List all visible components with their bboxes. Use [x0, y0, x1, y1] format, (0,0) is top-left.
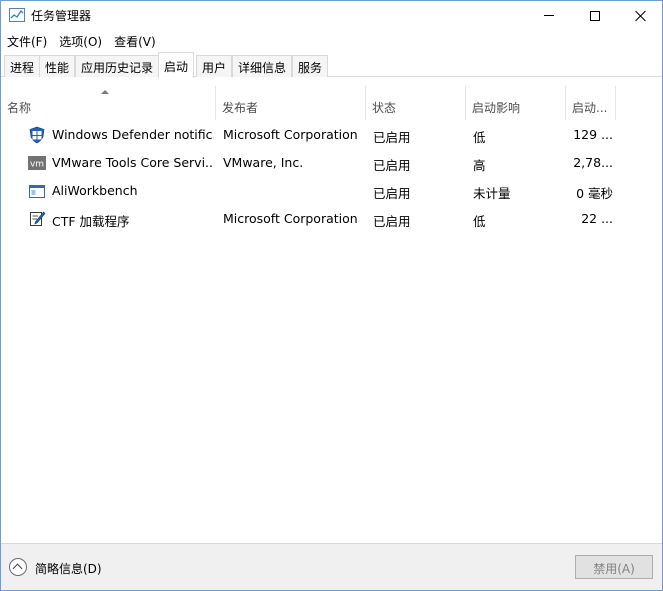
table-row[interactable]: vm VMware Tools Core Servi... VMware, In… [1, 149, 662, 177]
column-name-label: 名称 [7, 101, 32, 115]
minimize-button[interactable] [526, 1, 572, 30]
app-impact: 未计量 [473, 186, 511, 201]
app-status: 已启用 [373, 158, 411, 173]
tab-startup[interactable]: 启动 [158, 52, 195, 78]
app-impact: 低 [473, 130, 486, 145]
app-publisher: Microsoft Corporation [223, 211, 358, 226]
app-time: 0 毫秒 [576, 186, 613, 201]
window-title: 任务管理器 [31, 9, 92, 23]
column-time[interactable]: 启动... [566, 86, 616, 120]
table-row[interactable]: Windows Defender notific... Microsoft Co… [1, 121, 662, 149]
windows-defender-icon [29, 126, 45, 144]
table-row[interactable]: CTF 加载程序 Microsoft Corporation 已启用 低 22 … [1, 205, 662, 233]
task-manager-window: 任务管理器 文件(F) 选项(O) 查看(V) 进程 性能 应用历史记录 启动 … [0, 0, 663, 591]
app-publisher: Microsoft Corporation [223, 127, 358, 142]
footer-bar: 简略信息(D) 禁用(A) [1, 543, 662, 590]
menu-options[interactable]: 选项(O) [53, 30, 108, 51]
column-header: 名称 发布者 状态 启动影响 启动... [1, 86, 662, 120]
tab-performance[interactable]: 性能 [39, 55, 76, 77]
tab-details[interactable]: 详细信息 [232, 55, 293, 77]
app-name: CTF 加载程序 [52, 214, 130, 229]
app-name: AliWorkbench [52, 183, 138, 198]
close-icon [635, 10, 647, 22]
menu-bar: 文件(F) 选项(O) 查看(V) [1, 30, 662, 51]
column-publisher-label: 发布者 [222, 101, 259, 115]
chevron-up-icon[interactable] [9, 558, 27, 576]
column-status[interactable]: 状态 [366, 86, 466, 120]
fewer-details-link[interactable]: 简略信息(D) [35, 560, 102, 577]
task-manager-icon [9, 8, 25, 22]
app-impact: 低 [473, 214, 486, 229]
app-name: Windows Defender notific... [52, 127, 214, 142]
ctf-pen-icon [30, 211, 46, 226]
app-impact: 高 [473, 158, 486, 173]
minimize-icon [544, 15, 554, 16]
table-row[interactable]: AliWorkbench 已启用 未计量 0 毫秒 [1, 177, 662, 205]
tab-users[interactable]: 用户 [196, 55, 233, 77]
tab-app-history[interactable]: 应用历史记录 [75, 55, 160, 77]
column-time-label: 启动... [572, 101, 608, 115]
tab-processes[interactable]: 进程 [4, 55, 41, 77]
app-status: 已启用 [373, 130, 411, 145]
column-name[interactable]: 名称 [1, 86, 216, 120]
svg-text:vm: vm [30, 160, 44, 170]
column-publisher[interactable]: 发布者 [216, 86, 366, 120]
app-time: 2,78... [573, 155, 613, 170]
sort-ascending-icon [101, 90, 109, 94]
tab-services[interactable]: 服务 [292, 55, 329, 77]
app-publisher: VMware, Inc. [223, 155, 304, 170]
vmware-icon: vm [28, 156, 46, 170]
column-impact[interactable]: 启动影响 [466, 86, 566, 120]
disable-button[interactable]: 禁用(A) [575, 555, 653, 579]
menu-view[interactable]: 查看(V) [108, 30, 162, 51]
app-status: 已启用 [373, 186, 411, 201]
application-window-icon [29, 185, 45, 198]
column-impact-label: 启动影响 [472, 101, 521, 115]
column-status-label: 状态 [372, 101, 397, 115]
app-time: 129 ... [573, 127, 613, 142]
app-status: 已启用 [373, 214, 411, 229]
close-button[interactable] [618, 1, 663, 30]
app-name: VMware Tools Core Servi... [52, 155, 214, 170]
menu-file[interactable]: 文件(F) [1, 30, 53, 51]
tab-bar: 进程 性能 应用历史记录 启动 用户 详细信息 服务 [1, 52, 662, 78]
maximize-button[interactable] [572, 1, 618, 30]
app-time: 22 ... [581, 211, 613, 226]
maximize-icon [590, 10, 600, 21]
title-bar[interactable]: 任务管理器 [1, 1, 662, 30]
startup-list: Windows Defender notific... Microsoft Co… [1, 121, 662, 233]
